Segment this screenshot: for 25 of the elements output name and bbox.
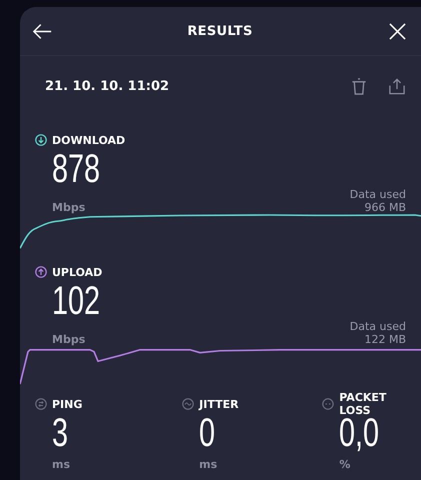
back-icon[interactable] — [33, 22, 52, 40]
jitter-icon — [182, 398, 194, 410]
unit-label: Mbps — [52, 201, 86, 214]
unit-label: ms — [198, 458, 218, 471]
trash-icon[interactable] — [351, 78, 367, 94]
result-date: 21. 10. 10. 11:02 — [45, 78, 170, 94]
data-used-value: 966 MB — [364, 201, 406, 214]
stat-value: 0 — [199, 413, 216, 453]
share-icon[interactable] — [389, 78, 405, 94]
unit-label: Mbps — [52, 333, 86, 346]
close-icon[interactable] — [388, 22, 407, 40]
data-used-value: 122 MB — [364, 333, 406, 346]
metric-label: DOWNLOAD — [52, 134, 126, 146]
metric-value: 102 — [52, 281, 100, 321]
ping-icon — [35, 398, 47, 410]
metric-value: 878 — [52, 149, 100, 189]
data-used-label: Data used — [350, 320, 406, 333]
unit-label: ms — [51, 458, 72, 471]
unit-label: % — [338, 458, 352, 471]
stat-label: PING — [52, 398, 82, 410]
screen-title: RESULTS — [187, 24, 253, 38]
stat-label: JITTER — [199, 398, 239, 410]
data-used-label: Data used — [350, 188, 406, 201]
metric-label: UPLOAD — [52, 266, 102, 278]
stat-value: 3 — [52, 413, 68, 453]
